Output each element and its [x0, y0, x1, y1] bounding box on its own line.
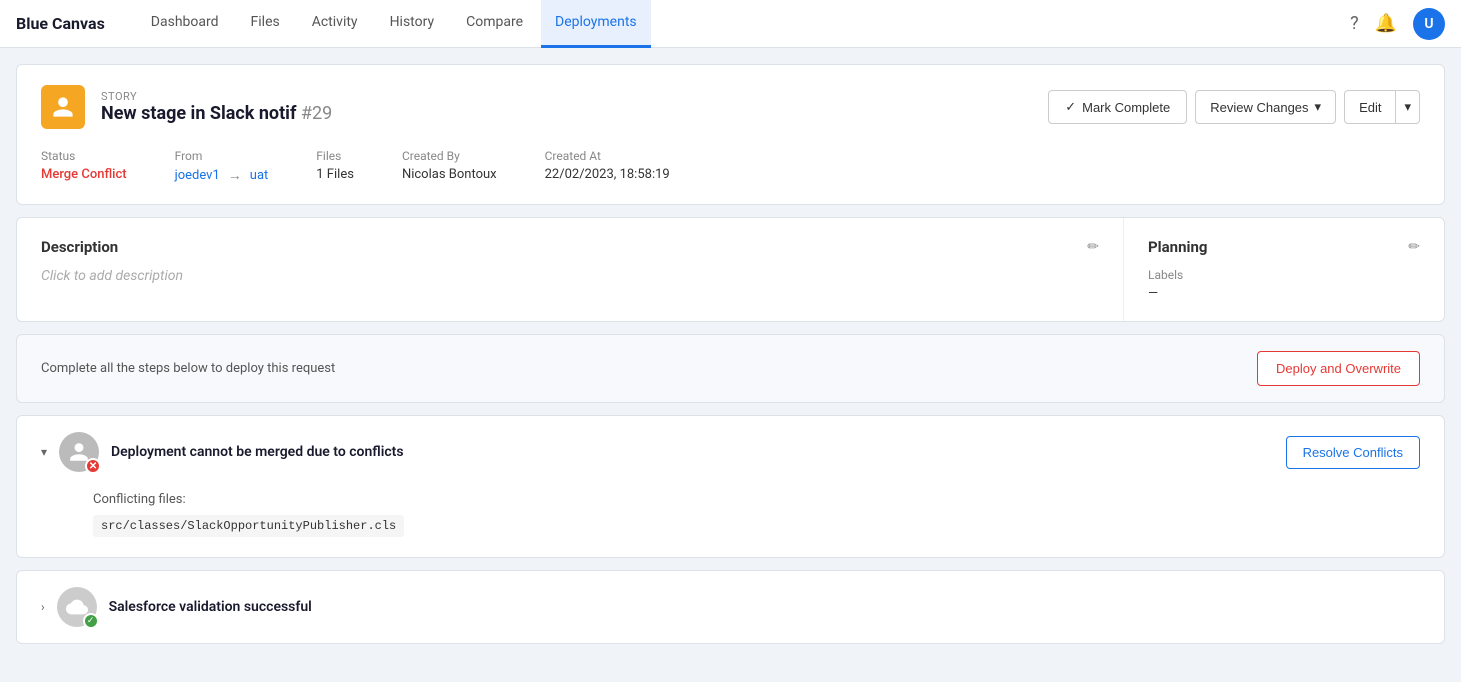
planning-edit-icon[interactable]: ✏	[1408, 239, 1420, 255]
topnav: Blue Canvas Dashboard Files Activity His…	[0, 0, 1461, 48]
nav-activity[interactable]: Activity	[298, 0, 372, 48]
arrow-icon: →	[228, 167, 242, 184]
meta-from-to: From joedev1 → uat	[175, 149, 269, 184]
conflict-icon-wrap: ✕	[59, 432, 99, 472]
conflict-header[interactable]: ▾ ✕ Deployment cannot be merged due to c…	[17, 416, 1444, 488]
help-icon[interactable]: ?	[1350, 13, 1359, 34]
meta-created-by: Created By Nicolas Bontoux	[402, 149, 497, 182]
nav-compare[interactable]: Compare	[452, 0, 537, 48]
conflict-section: ▾ ✕ Deployment cannot be merged due to c…	[16, 415, 1445, 558]
planning-header: Planning ✏	[1148, 238, 1420, 256]
checkmark-icon: ✓	[1065, 99, 1076, 115]
story-actions: ✓ Mark Complete Review Changes ▾ Edit ▾	[1048, 90, 1420, 124]
story-title: New stage in Slack notif #29	[101, 103, 1048, 124]
to-branch-link[interactable]: uat	[250, 168, 269, 183]
deploy-message: Complete all the steps below to deploy t…	[41, 361, 335, 376]
story-type-label: STORY	[101, 90, 1048, 103]
description-header: Description ✏	[41, 238, 1099, 256]
nav-dashboard[interactable]: Dashboard	[137, 0, 233, 48]
page-content: STORY New stage in Slack notif #29 ✓ Mar…	[0, 48, 1461, 660]
meta-files: Files 1 Files	[316, 149, 354, 182]
salesforce-title: Salesforce validation successful	[109, 599, 1420, 615]
meta-created-at: Created At 22/02/2023, 18:58:19	[545, 149, 670, 182]
description-edit-icon[interactable]: ✏	[1087, 239, 1099, 255]
story-title-area: STORY New stage in Slack notif #29	[101, 90, 1048, 124]
conflict-body: Conflicting files: src/classes/SlackOppo…	[17, 488, 1444, 557]
meta-status: Status Merge Conflict	[41, 149, 127, 182]
from-branch-link[interactable]: joedev1	[175, 168, 220, 183]
deploy-bar: Complete all the steps below to deploy t…	[16, 334, 1445, 403]
conflict-error-badge: ✕	[85, 458, 101, 474]
nav-history[interactable]: History	[376, 0, 449, 48]
nav-deployments[interactable]: Deployments	[541, 0, 651, 48]
meta-row: Status Merge Conflict From joedev1 → uat…	[41, 149, 1420, 184]
user-avatar[interactable]: U	[1413, 8, 1445, 40]
notifications-icon[interactable]: 🔔	[1375, 13, 1397, 34]
planning-title: Planning	[1148, 238, 1207, 256]
story-icon	[51, 95, 75, 119]
conflict-title: Deployment cannot be merged due to confl…	[111, 444, 1274, 460]
nav-files[interactable]: Files	[237, 0, 294, 48]
nav-items: Dashboard Files Activity History Compare…	[137, 0, 1350, 48]
story-icon-wrap	[41, 85, 85, 129]
edit-button[interactable]: Edit	[1344, 90, 1396, 124]
resolve-conflicts-button[interactable]: Resolve Conflicts	[1286, 436, 1420, 469]
brand-logo: Blue Canvas	[16, 14, 105, 33]
description-section: Description ✏ Click to add description	[17, 218, 1124, 321]
planning-labels-label: Labels	[1148, 268, 1420, 282]
salesforce-section: › ✓ Salesforce validation successful	[16, 570, 1445, 644]
salesforce-icon-wrap: ✓	[57, 587, 97, 627]
planning-section: Planning ✏ Labels —	[1124, 218, 1444, 321]
conflicting-files-label: Conflicting files:	[93, 492, 1420, 507]
mark-complete-button[interactable]: ✓ Mark Complete	[1048, 90, 1187, 124]
salesforce-success-badge: ✓	[83, 613, 99, 629]
review-changes-button[interactable]: Review Changes ▾	[1195, 90, 1336, 124]
salesforce-header[interactable]: › ✓ Salesforce validation successful	[17, 571, 1444, 643]
conflicting-file: src/classes/SlackOpportunityPublisher.cl…	[93, 515, 404, 537]
planning-labels-value: —	[1148, 286, 1420, 301]
deploy-overwrite-button[interactable]: Deploy and Overwrite	[1257, 351, 1420, 386]
edit-group: Edit ▾	[1344, 90, 1420, 124]
story-number: #29	[301, 103, 332, 124]
story-header: STORY New stage in Slack notif #29 ✓ Mar…	[41, 85, 1420, 129]
chevron-right-icon: ›	[41, 600, 45, 614]
description-placeholder[interactable]: Click to add description	[41, 268, 1099, 284]
chevron-down-icon: ▾	[41, 445, 47, 459]
description-title: Description	[41, 238, 118, 256]
nav-right: ? 🔔 U	[1350, 8, 1445, 40]
story-card: STORY New stage in Slack notif #29 ✓ Mar…	[16, 64, 1445, 205]
description-planning-card: Description ✏ Click to add description P…	[16, 217, 1445, 322]
edit-dropdown-button[interactable]: ▾	[1396, 90, 1420, 124]
status-badge: Merge Conflict	[41, 167, 127, 182]
chevron-down-icon: ▾	[1315, 99, 1322, 115]
